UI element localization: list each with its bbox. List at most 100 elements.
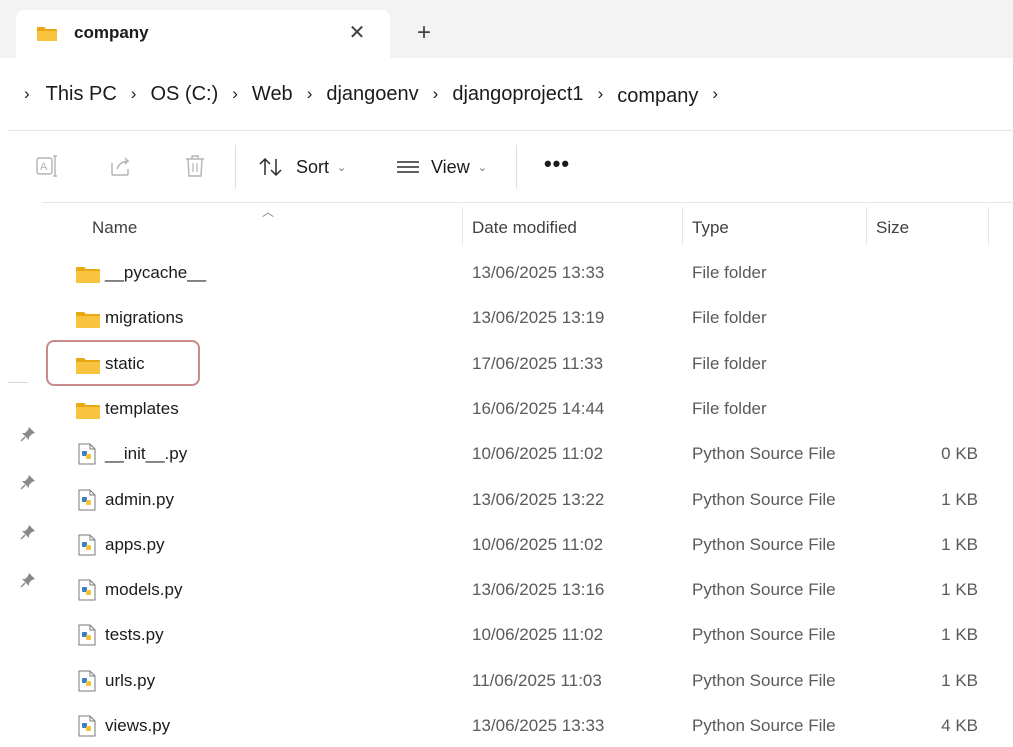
file-type: Python Source File bbox=[692, 534, 836, 554]
file-row[interactable]: admin.py 13/06/2025 13:22 Python Source Fi… bbox=[42, 478, 1013, 523]
column-header-type[interactable]: Type bbox=[692, 213, 729, 243]
sort-ascending-icon: ︿ bbox=[262, 205, 275, 219]
rename-icon[interactable]: A bbox=[34, 153, 60, 179]
python-file-icon bbox=[78, 624, 96, 646]
file-row[interactable]: urls.py 11/06/2025 11:03 Python Source Fil… bbox=[42, 659, 1013, 704]
pin-icon[interactable] bbox=[20, 426, 36, 442]
file-date-modified: 17/06/2025 11:33 bbox=[472, 353, 604, 373]
file-type: File folder bbox=[692, 398, 767, 418]
chevron-down-icon: ⌄ bbox=[337, 161, 347, 174]
file-type: Python Source File bbox=[692, 444, 836, 464]
file-row[interactable]: tests.py 10/06/2025 11:02 Python Source Fi… bbox=[42, 613, 1013, 658]
breadcrumb-item-this-pc[interactable]: This PC bbox=[46, 83, 117, 106]
folder-icon bbox=[76, 357, 100, 374]
file-name: static bbox=[105, 353, 145, 373]
file-list: ︿ Name Date modified Type Size __pycache… bbox=[42, 202, 1013, 747]
chevron-right-icon[interactable]: › bbox=[598, 84, 604, 104]
file-type: File folder bbox=[692, 263, 767, 282]
address-bar[interactable]: › This PC › OS (C:) › Web › djangoenv › … bbox=[0, 58, 1013, 130]
pin-icon[interactable] bbox=[20, 572, 36, 588]
column-divider[interactable] bbox=[866, 207, 867, 245]
pin-icon[interactable] bbox=[20, 474, 36, 490]
file-row[interactable]: views.py 13/06/2025 13:33 Python Source Fi… bbox=[42, 704, 1013, 747]
python-file-icon bbox=[78, 489, 96, 510]
file-size: 1 KB bbox=[941, 670, 978, 690]
navigation-pane bbox=[0, 202, 42, 747]
python-file-icon bbox=[78, 670, 96, 692]
delete-icon[interactable] bbox=[182, 153, 208, 179]
svg-text:A: A bbox=[40, 161, 48, 173]
folder-icon bbox=[76, 267, 100, 283]
file-name: __pycache__ bbox=[105, 263, 207, 282]
file-explorer-window: company ✕ + › This PC › OS (C:) › Web › … bbox=[0, 0, 1013, 747]
chevron-right-icon[interactable]: › bbox=[433, 84, 439, 104]
file-name: __init__.py bbox=[105, 444, 188, 464]
python-file-icon bbox=[78, 534, 96, 556]
file-name: migrations bbox=[105, 308, 184, 328]
file-name: views.py bbox=[105, 716, 171, 735]
file-type: File folder bbox=[692, 308, 767, 328]
file-date-modified: 10/06/2025 11:02 bbox=[472, 625, 604, 645]
breadcrumb-item-djangoenv[interactable]: djangoenv bbox=[326, 83, 418, 106]
file-size: 4 KB bbox=[941, 716, 978, 735]
pin-icon[interactable] bbox=[20, 524, 36, 540]
file-row[interactable]: models.py 13/06/2025 13:16 Python Source F… bbox=[42, 568, 1013, 613]
chevron-down-icon: ⌄ bbox=[477, 161, 487, 174]
column-divider[interactable] bbox=[988, 207, 989, 245]
file-name: tests.py bbox=[105, 625, 164, 645]
folder-row[interactable]: __pycache__ 13/06/2025 13:33 File folder bbox=[42, 251, 1013, 296]
python-file-icon bbox=[78, 579, 96, 601]
toolbar-divider bbox=[516, 145, 517, 189]
file-date-modified: 13/06/2025 13:33 bbox=[472, 263, 605, 282]
tab-strip: company ✕ + bbox=[0, 0, 1013, 58]
column-header-size[interactable]: Size bbox=[876, 213, 909, 243]
new-tab-button[interactable]: + bbox=[408, 18, 440, 50]
breadcrumb-item-djangoproject1[interactable]: djangoproject1 bbox=[452, 83, 583, 106]
chevron-right-icon[interactable]: › bbox=[232, 84, 238, 104]
folder-row[interactable]: migrations 13/06/2025 13:19 File folder bbox=[42, 296, 1013, 341]
chevron-right-icon[interactable]: › bbox=[24, 84, 30, 104]
share-icon[interactable] bbox=[108, 153, 134, 179]
file-size: 1 KB bbox=[941, 489, 978, 509]
file-name: admin.py bbox=[105, 489, 174, 509]
file-date-modified: 11/06/2025 11:03 bbox=[472, 670, 602, 690]
column-divider[interactable] bbox=[682, 207, 683, 245]
file-date-modified: 10/06/2025 11:02 bbox=[472, 444, 604, 464]
tab-company[interactable]: company ✕ bbox=[16, 10, 390, 58]
file-date-modified: 13/06/2025 13:22 bbox=[472, 489, 605, 509]
command-bar: A Sort ⌄ View ⌄ ••• bbox=[8, 130, 1013, 202]
more-options-button[interactable]: ••• bbox=[540, 151, 574, 183]
file-date-modified: 10/06/2025 11:02 bbox=[472, 534, 604, 554]
file-row[interactable]: apps.py 10/06/2025 11:02 Python Source Fil… bbox=[42, 523, 1013, 568]
folder-row[interactable]: static 17/06/2025 11:33 File folder bbox=[42, 342, 1013, 387]
close-icon[interactable]: ✕ bbox=[342, 18, 372, 48]
view-label: View bbox=[431, 156, 470, 177]
file-size: 0 KB bbox=[941, 444, 978, 464]
chevron-right-icon[interactable]: › bbox=[307, 84, 313, 104]
toolbar-divider bbox=[235, 145, 236, 189]
folder-icon bbox=[76, 402, 100, 419]
folder-icon bbox=[76, 312, 100, 329]
file-row[interactable]: __init__.py 10/06/2025 11:02 Python Source… bbox=[42, 432, 1013, 477]
breadcrumb-item-company[interactable]: company bbox=[617, 85, 698, 108]
file-type: Python Source File bbox=[692, 625, 836, 645]
column-header-date-modified[interactable]: Date modified bbox=[472, 213, 577, 243]
sort-button[interactable]: Sort ⌄ bbox=[258, 151, 346, 183]
breadcrumb: › This PC › OS (C:) › Web › djangoenv › … bbox=[20, 78, 732, 110]
file-size: 1 KB bbox=[941, 534, 978, 554]
chevron-right-icon[interactable]: › bbox=[712, 84, 718, 104]
file-name: urls.py bbox=[105, 670, 156, 690]
file-type: Python Source File bbox=[692, 489, 836, 509]
breadcrumb-item-web[interactable]: Web bbox=[252, 83, 293, 106]
column-header-name[interactable]: Name bbox=[92, 213, 137, 243]
breadcrumb-item-os-c[interactable]: OS (C:) bbox=[150, 83, 218, 106]
folder-row[interactable]: templates 16/06/2025 14:44 File folder bbox=[42, 387, 1013, 432]
sort-label: Sort bbox=[296, 156, 330, 177]
view-button[interactable]: View ⌄ bbox=[395, 151, 487, 183]
file-type: File folder bbox=[692, 353, 767, 373]
file-size: 1 KB bbox=[941, 580, 978, 600]
view-icon bbox=[397, 161, 419, 173]
column-divider[interactable] bbox=[462, 207, 463, 245]
chevron-right-icon[interactable]: › bbox=[131, 84, 137, 104]
file-name: apps.py bbox=[105, 534, 165, 554]
